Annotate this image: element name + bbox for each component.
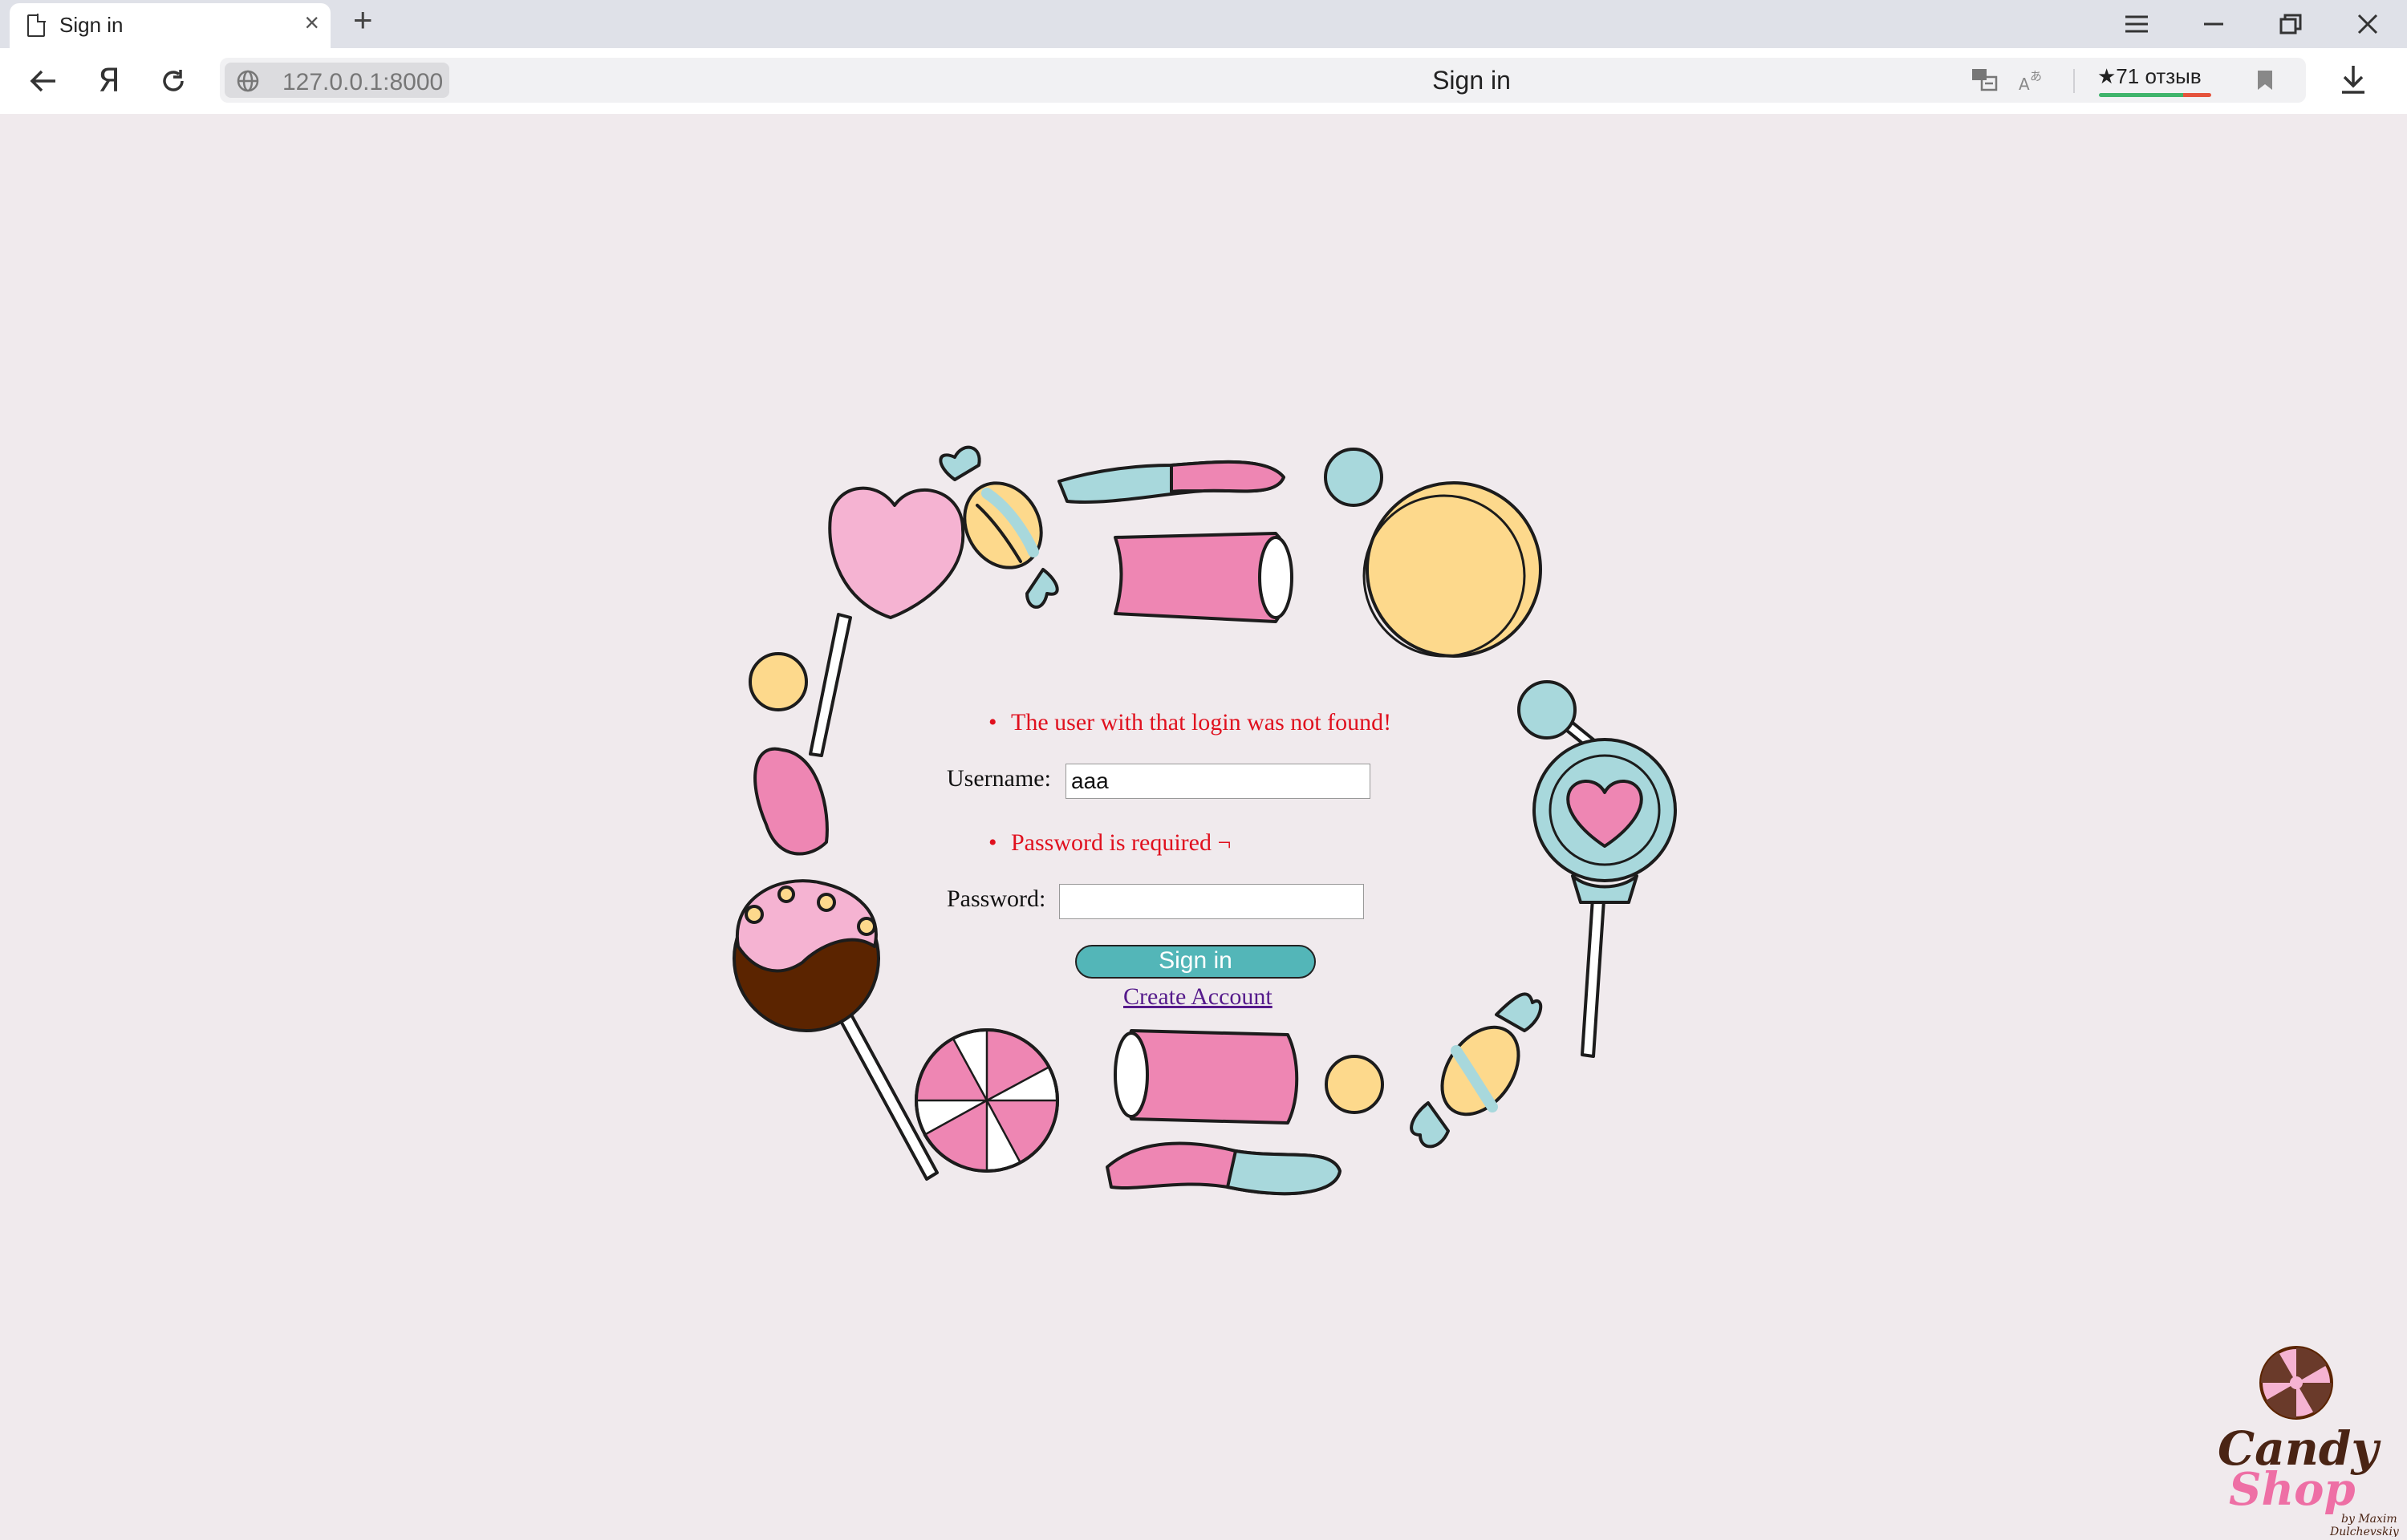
- password-input[interactable]: [1059, 884, 1364, 919]
- yandex-icon[interactable]: Я: [87, 61, 132, 101]
- reviews-badge[interactable]: ★71 отзыв: [2097, 61, 2226, 98]
- svg-text:あ: あ: [2030, 69, 2042, 83]
- close-tab-icon[interactable]: ×: [304, 10, 319, 35]
- login-error-message: The user with that login was not found!: [988, 709, 1391, 736]
- candy-shop-logo: Candy Shop by Maxim Dulchevskiy: [2218, 1346, 2400, 1537]
- document-icon: [27, 14, 46, 37]
- logo-byline2: Dulchevskiy: [2329, 1526, 2400, 1537]
- candy-wreath-illustration: [733, 445, 1677, 1196]
- browser-tab[interactable]: Sign in ×: [10, 3, 331, 48]
- password-error-message: Password is required ¬: [988, 829, 1231, 857]
- back-arrow-icon[interactable]: [21, 61, 66, 101]
- password-label: Password:: [947, 886, 1046, 912]
- svg-text:A: A: [2019, 75, 2030, 93]
- globe-icon: [237, 70, 259, 92]
- reload-icon[interactable]: [151, 61, 196, 101]
- toolbar-separator: [2073, 69, 2075, 93]
- logo-title-line2: Shop: [2229, 1463, 2356, 1516]
- create-account-link[interactable]: Create Account: [1123, 983, 1273, 1011]
- tab-strip: Sign in × +: [0, 0, 2407, 48]
- address-bar-tail: [2291, 58, 2306, 103]
- address-page-title: Sign in: [1432, 66, 1511, 95]
- menu-icon[interactable]: [2117, 6, 2157, 42]
- download-icon[interactable]: [2340, 64, 2367, 99]
- restore-icon[interactable]: [2271, 6, 2311, 42]
- logo-byline1: by Maxim: [2341, 1513, 2397, 1526]
- close-window-icon[interactable]: [2348, 6, 2388, 42]
- reviews-rating-bar: [2099, 93, 2211, 97]
- reviews-text: ★71 отзыв: [2097, 64, 2202, 88]
- url-chip[interactable]: 127.0.0.1:8000: [225, 63, 449, 98]
- swirl-candy-icon: [2259, 1346, 2333, 1420]
- bookmark-icon[interactable]: [2248, 64, 2282, 96]
- url-text: 127.0.0.1:8000: [282, 69, 444, 95]
- address-bar[interactable]: 127.0.0.1:8000 Sign in Aあ ★71 отзыв: [220, 58, 2306, 103]
- username-input[interactable]: [1065, 764, 1370, 799]
- reader-mode-icon[interactable]: Aあ: [2014, 64, 2048, 96]
- username-label: Username:: [947, 765, 1051, 792]
- translate-page-icon[interactable]: [1967, 64, 2001, 96]
- browser-toolbar: Я 127.0.0.1:8000 Sign in Aあ ★71 отзыв: [0, 48, 2407, 114]
- new-tab-button[interactable]: +: [353, 3, 373, 37]
- minimize-icon[interactable]: [2194, 6, 2234, 42]
- signin-button[interactable]: Sign in: [1075, 945, 1316, 979]
- tab-title: Sign in: [59, 13, 124, 37]
